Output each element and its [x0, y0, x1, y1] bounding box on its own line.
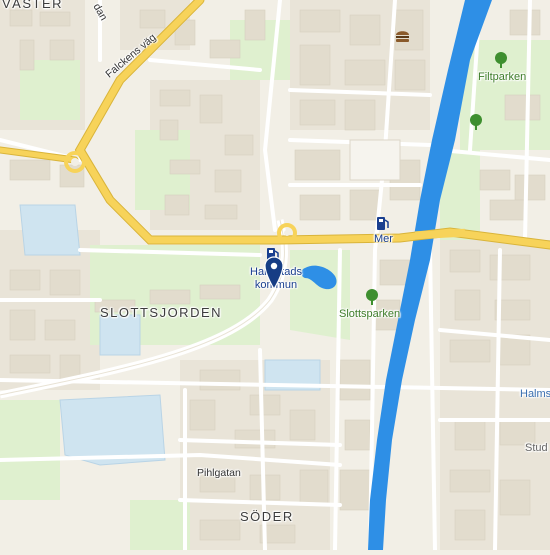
edge-label-halms[interactable]: Halms: [520, 389, 550, 400]
burger-icon[interactable]: [395, 29, 410, 44]
map-canvas[interactable]: VÄSTER dan Falckens väg Filtparken Mer H…: [0, 0, 550, 552]
district-label-soder: SÖDER: [240, 509, 294, 524]
poi-label-mer[interactable]: Mer: [374, 234, 393, 245]
park-label-filtparken[interactable]: Filtparken: [478, 72, 526, 83]
edge-label-stud[interactable]: Stud: [525, 443, 548, 454]
fuel-station-icon[interactable]: [376, 215, 390, 231]
street-label-pihlgatan: Pihlgatan: [197, 467, 241, 479]
map-pin-icon[interactable]: [264, 256, 284, 291]
tree-icon[interactable]: [469, 113, 483, 131]
district-label-vaster: VÄSTER: [2, 0, 64, 11]
tree-icon[interactable]: [494, 51, 508, 69]
park-label-slottsparken[interactable]: Slottsparken: [339, 309, 400, 320]
tree-icon[interactable]: [365, 288, 379, 306]
district-label-slottsjorden: SLOTTSJORDEN: [100, 305, 223, 320]
